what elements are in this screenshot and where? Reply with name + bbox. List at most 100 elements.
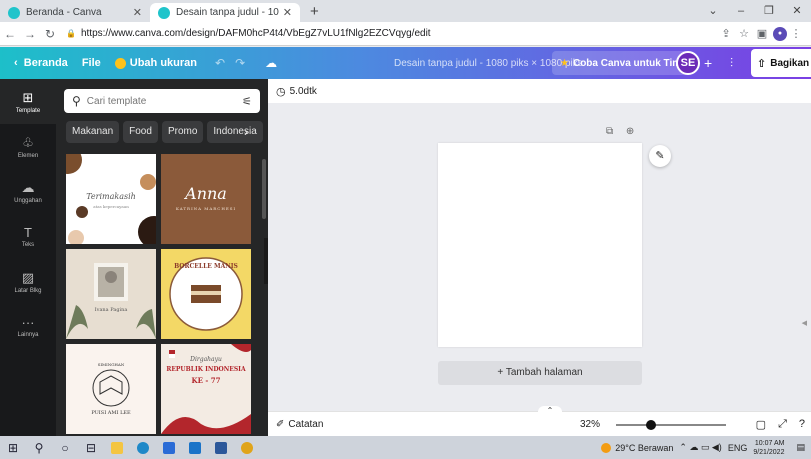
undo-icon[interactable]: ↶ <box>215 56 225 70</box>
tab-title: Beranda - Canva <box>26 7 102 18</box>
notes-label: Catatan <box>288 418 324 430</box>
sidepanel-icon[interactable]: ▣ <box>753 27 771 40</box>
back-icon[interactable]: ← <box>0 27 20 41</box>
profile-avatar-icon[interactable]: ● <box>773 26 787 41</box>
template-subtitle: Ivana Pagina <box>94 307 128 313</box>
chip-food[interactable]: Food <box>123 121 158 143</box>
new-tab-button[interactable]: + <box>300 3 329 22</box>
minimize-icon[interactable]: – <box>727 0 755 22</box>
windows-taskbar: ⊞ ⚲ ○ ⊟ 29°C Berawan ⌃ ☁ ▭ ◀) ENG 10:07 … <box>0 436 811 459</box>
windows-start-icon[interactable]: ⊞ <box>0 441 26 455</box>
notification-icon[interactable]: ▤ <box>796 442 805 453</box>
template-card[interactable]: Terimakasih atas kepercayaan <box>66 154 156 244</box>
cloud-save-icon[interactable]: ☁ <box>265 56 277 70</box>
invite-plus-button[interactable]: + <box>704 55 712 71</box>
mail-icon[interactable] <box>182 441 208 455</box>
reload-icon[interactable]: ↻ <box>40 27 60 41</box>
tab-close-icon[interactable]: ✕ <box>133 6 142 19</box>
browser-tab-home[interactable]: Beranda - Canva ✕ <box>0 3 150 22</box>
rail-label: Template <box>15 107 41 114</box>
tab-close-icon[interactable]: ✕ <box>283 6 292 19</box>
menu-dots-icon[interactable]: ⋮ <box>787 27 805 40</box>
rail-item-elemen[interactable]: ♧ Elemen <box>0 124 56 169</box>
file-explorer-icon[interactable] <box>104 441 130 455</box>
show-pages-chevron-up-icon[interactable]: ⌃ <box>538 406 562 416</box>
cortana-icon[interactable]: ○ <box>52 441 78 455</box>
try-team-label: Coba Canva untuk Tim <box>572 57 682 69</box>
search-input[interactable] <box>86 95 243 107</box>
resize-button[interactable]: Ubah ukuran <box>114 57 197 69</box>
template-subtitle: REPUBLIK INDONESIA <box>166 366 246 373</box>
clock-icon[interactable]: ◷ <box>276 85 286 98</box>
task-view-icon[interactable]: ⊟ <box>78 441 104 455</box>
window-controls: ⌄ – ❐ ✕ <box>699 0 811 22</box>
filter-sliders-icon[interactable]: ⚟ <box>242 95 252 108</box>
editor-toolbar: ◷ 5.0dtk <box>268 79 811 103</box>
template-title: BORCELLE MANIS <box>174 263 238 270</box>
chevron-right-icon[interactable]: › <box>244 125 248 139</box>
share-button[interactable]: ⇧ Bagikan <box>751 49 811 77</box>
add-page-icon[interactable]: ⊕ <box>626 126 634 137</box>
zoom-level[interactable]: 32% <box>580 419 600 430</box>
template-card[interactable]: Ivana Pagina <box>66 249 156 339</box>
rail-item-template[interactable]: ⊞ Template <box>0 79 56 124</box>
clock-date: 9/21/2022 <box>753 448 785 456</box>
zoom-slider[interactable] <box>616 420 726 430</box>
chip-promo[interactable]: Promo <box>161 121 204 143</box>
rail-item-teks[interactable]: T Teks <box>0 214 56 259</box>
browser-tab-design[interactable]: Desain tanpa judul - 1080 × 108 ✕ <box>150 3 300 22</box>
insights-chart-icon[interactable]: ⫶ <box>730 56 733 71</box>
home-button[interactable]: ‹ Beranda <box>14 57 68 69</box>
help-icon[interactable]: ? <box>799 418 805 431</box>
template-card[interactable]: BORCELLE MANIS <box>161 249 251 339</box>
word-icon[interactable] <box>208 441 234 455</box>
crown-icon <box>114 57 126 69</box>
add-page-button[interactable]: + Tambah halaman <box>438 361 642 385</box>
taskbar-clock[interactable]: 10:07 AM 9/21/2022 <box>753 439 784 457</box>
notes-button[interactable]: ✐ Catatan <box>276 419 323 430</box>
workspace-scroll-arrow-icon[interactable]: ◀ <box>802 319 807 327</box>
weather-text[interactable]: 29°C Berawan <box>615 443 673 453</box>
try-canva-team-button[interactable]: ★ Coba Canva untuk Tim <box>552 51 690 75</box>
chip-indonesia[interactable]: Indonesia <box>207 121 263 143</box>
page-count-icon[interactable]: ▢ <box>756 418 766 431</box>
template-card[interactable]: Dirgahayu REPUBLIK INDONESIA KE - 77 <box>161 344 251 434</box>
forward-icon[interactable]: → <box>20 27 40 41</box>
template-decoration <box>66 263 156 339</box>
rail-item-latar[interactable]: ▨ Latar Blkg <box>0 259 56 304</box>
browser-tabstrip: Beranda - Canva ✕ Desain tanpa judul - 1… <box>0 0 811 22</box>
duplicate-page-icon[interactable]: ⧉ <box>606 126 613 137</box>
store-icon[interactable] <box>156 441 182 455</box>
template-card[interactable]: SIMINGHAN PUISI AMI LEE <box>66 344 156 434</box>
redo-icon[interactable]: ↷ <box>235 56 245 70</box>
template-subtitle: PUISI AMI LEE <box>91 410 131 416</box>
fullscreen-icon[interactable]: ⤢ <box>778 418 787 431</box>
page-duration[interactable]: 5.0dtk <box>290 86 317 97</box>
chrome-icon[interactable] <box>234 441 260 455</box>
editor-bottom-bar: ✐ Catatan ⌃ 32% ▢ ⤢ ? <box>268 406 811 436</box>
tab-search-icon[interactable]: ⌄ <box>699 0 727 22</box>
panel-scrollbar[interactable] <box>262 159 266 219</box>
restore-icon[interactable]: ❐ <box>755 0 783 22</box>
template-card[interactable]: Anna KATRINA MARCHESI <box>161 154 251 244</box>
search-icon[interactable]: ⚲ <box>26 441 52 455</box>
share-page-icon[interactable]: ⇪ <box>717 27 735 40</box>
tab-title: Desain tanpa judul - 1080 × 108 <box>176 7 279 18</box>
star-icon: ★ <box>560 57 569 69</box>
chip-makanan[interactable]: Makanan <box>66 121 120 143</box>
close-window-icon[interactable]: ✕ <box>783 0 811 22</box>
design-canvas[interactable] <box>438 143 642 347</box>
add-comment-icon[interactable]: ✎ <box>649 145 671 167</box>
zoom-slider-knob[interactable] <box>646 420 656 430</box>
url-field[interactable]: 🔒 https://www.canva.com/design/DAFM0hcP4… <box>66 25 717 43</box>
bookmark-star-icon[interactable]: ☆ <box>735 27 753 40</box>
rail-item-lainnya[interactable]: ··· Lainnya <box>0 304 56 349</box>
template-subtitle: KATRINA MARCHESI <box>175 206 237 211</box>
chevron-left-icon: ‹ <box>14 57 24 69</box>
edge-browser-icon[interactable] <box>130 441 156 455</box>
file-menu-button[interactable]: File <box>82 57 101 69</box>
user-avatar[interactable]: SE <box>676 51 700 75</box>
language-indicator[interactable]: ENG <box>728 443 748 453</box>
rail-item-unggahan[interactable]: ☁ Unggahan <box>0 169 56 214</box>
tray-icons[interactable]: ⌃ ☁ ▭ ◀) <box>679 442 721 453</box>
